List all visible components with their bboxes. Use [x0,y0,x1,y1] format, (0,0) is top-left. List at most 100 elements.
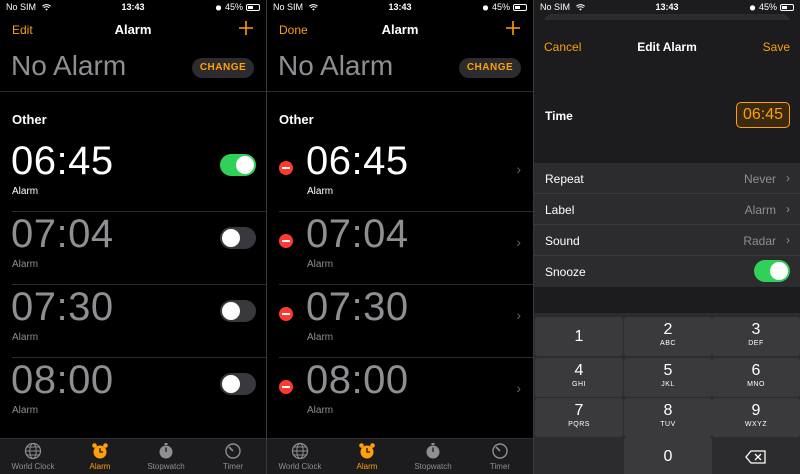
tab-label: Alarm [356,462,378,471]
key-1[interactable]: 1 [535,317,623,356]
status-bar: No SIM 13:43 45% [0,0,266,14]
tab-alarm[interactable]: Alarm [337,442,397,471]
alarm-row[interactable]: 08:00 Alarm › [267,358,533,431]
alarm-list-screen: No SIM 13:43 45% Edit Alarm No Alarm CHA… [0,0,266,474]
delete-alarm-button[interactable] [279,307,293,321]
alarm-toggle[interactable] [220,154,256,176]
tab-label: Stopwatch [414,462,452,471]
alarm-label: Alarm [307,186,334,197]
alarm-row[interactable]: 08:00 Alarm [0,358,266,431]
setting-value: Radar [743,234,776,248]
alarm-time: 07:04 [11,212,114,256]
add-alarm-button[interactable] [505,20,521,36]
alarm-row[interactable]: 06:45 Alarm › [267,139,533,212]
key-7[interactable]: 7 PQRS [535,398,623,437]
alarm-time: 08:00 [11,358,114,402]
tab-stopwatch[interactable]: Stopwatch [403,442,463,471]
key-0[interactable]: 0 [624,437,712,474]
setting-label: Snooze [545,265,586,279]
nav-bar: Done Alarm [267,14,533,46]
key-digit: 6 [751,362,761,379]
page-title: Alarm [381,22,419,37]
tab-timer[interactable]: Timer [203,442,263,471]
backspace-key[interactable] [712,437,800,474]
alarm-toggle[interactable] [220,373,256,395]
alarm-row[interactable]: 07:30 Alarm [0,285,266,358]
key-5[interactable]: 5 JKL [624,358,712,397]
delete-alarm-button[interactable] [279,161,293,175]
timer-icon [225,443,241,459]
key-6[interactable]: 6 MNO [712,358,800,397]
tab-timer[interactable]: Timer [470,442,530,471]
chevron-right-icon: › [786,202,790,216]
time-row: Time 06:45 [534,86,800,146]
stopwatch-icon [426,443,440,459]
key-letters: DEF [748,340,764,347]
page-title: Alarm [114,22,152,37]
label-row[interactable]: Label Alarm › [534,194,800,225]
setting-label: Label [545,203,575,217]
snooze-row: Snooze [534,256,800,287]
battery-icon [780,3,794,11]
stopwatch-icon [159,443,173,459]
time-input[interactable]: 06:45 [736,102,790,128]
alarm-row[interactable]: 06:45 Alarm [0,139,266,212]
key-digit: 3 [751,321,761,338]
key-2[interactable]: 2 ABC [624,317,712,356]
setting-value: Alarm [744,203,776,217]
add-alarm-button[interactable] [238,20,254,36]
globe-icon [24,442,42,460]
sound-row[interactable]: Sound Radar › [534,225,800,256]
setting-label: Repeat [545,172,584,186]
snooze-toggle[interactable] [754,260,790,282]
battery-percent: 45% [758,2,777,12]
section-title: Other [279,112,314,127]
tab-world-clock[interactable]: World Clock [3,442,63,471]
no-alarm-label: No Alarm [278,50,394,81]
alarm-toggle[interactable] [220,300,256,322]
no-alarm-label: No Alarm [11,50,127,81]
setting-value: Never [743,172,776,186]
change-button[interactable]: CHANGE [459,58,521,78]
tab-bar: World Clock Alarm Stopwatch Timer [267,438,533,474]
key-9[interactable]: 9 WXYZ [712,398,800,437]
key-3[interactable]: 3 DEF [712,317,800,356]
save-button[interactable]: Save [763,40,790,54]
alarm-row[interactable]: 07:04 Alarm [0,212,266,285]
key-digit: 7 [574,402,584,419]
alarm-status-icon [749,4,756,10]
toggle-knob [222,229,240,247]
key-letters: PQRS [568,421,590,428]
chevron-right-icon: › [516,307,521,323]
key-digit: 0 [663,448,673,465]
change-button[interactable]: CHANGE [192,58,254,78]
key-letters: GHI [572,381,586,388]
alarm-row[interactable]: 07:04 Alarm › [267,212,533,285]
alarm-label: Alarm [12,332,39,343]
alarm-toggle[interactable] [220,227,256,249]
tab-stopwatch[interactable]: Stopwatch [136,442,196,471]
alarm-row[interactable]: 07:30 Alarm › [267,285,533,358]
key-letters: JKL [661,381,675,388]
key-8[interactable]: 8 TUV [624,398,712,437]
delete-alarm-button[interactable] [279,234,293,248]
toggle-knob [222,302,240,320]
key-4[interactable]: 4 GHI [535,358,623,397]
tab-world-clock[interactable]: World Clock [270,442,330,471]
alarm-time: 06:45 [306,139,409,183]
key-digit: 8 [663,402,673,419]
repeat-row[interactable]: Repeat Never › [534,163,800,194]
alarm-label: Alarm [307,259,334,270]
tab-label: Alarm [89,462,111,471]
tab-alarm[interactable]: Alarm [70,442,130,471]
alarm-time: 06:45 [11,139,114,183]
battery-icon [513,3,527,11]
tab-label: World Clock [11,462,55,471]
key-digit: 5 [663,362,673,379]
key-digit: 4 [574,362,584,379]
alarm-label: Alarm [307,332,334,343]
key-letters: TUV [660,421,676,428]
delete-alarm-button[interactable] [279,380,293,394]
key-letters: ABC [660,340,676,347]
alarm-settings-list: Repeat Never › Label Alarm › Sound Radar… [534,163,800,287]
